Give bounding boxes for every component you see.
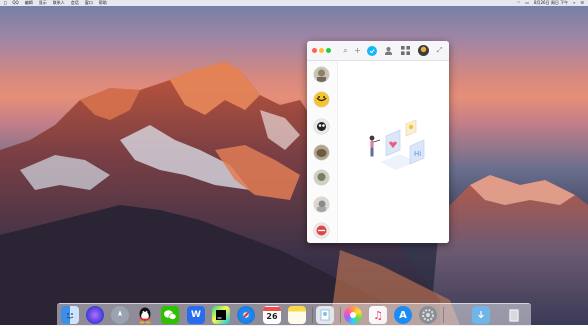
- expand-icon[interactable]: ⤢: [433, 44, 446, 57]
- battery-icon[interactable]: ▭: [525, 0, 529, 6]
- svg-text:Hi: Hi: [414, 150, 421, 158]
- conversation-list: [307, 61, 338, 243]
- list-item[interactable]: [314, 197, 329, 212]
- avatar[interactable]: [417, 44, 430, 57]
- list-item[interactable]: [314, 223, 329, 238]
- empty-chat-illustration: Hi: [369, 119, 425, 170]
- dock: W 26 ♫ A: [57, 303, 531, 326]
- menu-item-window[interactable]: 窗口: [85, 0, 93, 6]
- siri-icon[interactable]: [86, 306, 104, 324]
- list-item[interactable]: [314, 170, 329, 185]
- app-store-icon[interactable]: A: [394, 306, 412, 324]
- menu-item-view[interactable]: 显示: [39, 0, 47, 6]
- apps-grid-icon[interactable]: [399, 44, 412, 57]
- contacts-icon[interactable]: [382, 44, 395, 57]
- system-preferences-icon[interactable]: [419, 306, 437, 324]
- notes-icon[interactable]: [288, 306, 306, 324]
- safari-icon[interactable]: [237, 306, 255, 324]
- zoom-button[interactable]: [326, 48, 331, 53]
- photos-icon[interactable]: [344, 306, 362, 324]
- chat-empty-panel: Hi: [338, 61, 449, 243]
- launchpad-icon[interactable]: [111, 306, 129, 324]
- menu-item-session[interactable]: 会话: [71, 0, 79, 6]
- list-item[interactable]: [314, 92, 329, 107]
- desktop: [0, 0, 588, 325]
- apple-icon[interactable]: : [4, 0, 6, 6]
- qq-icon[interactable]: [136, 306, 154, 324]
- qq-status-icon[interactable]: [365, 44, 378, 57]
- wifi-icon[interactable]: ◠: [517, 0, 521, 6]
- dock-separator: [340, 307, 341, 323]
- menu-item-contacts[interactable]: 联系人: [53, 0, 65, 6]
- notification-icon[interactable]: ☰: [580, 0, 584, 6]
- music-icon[interactable]: ♫: [369, 306, 387, 324]
- menu-item-help[interactable]: 帮助: [99, 0, 107, 6]
- minimize-button[interactable]: [319, 48, 324, 53]
- menu-item-app[interactable]: QQ: [12, 0, 18, 6]
- pycharm-icon[interactable]: [212, 306, 230, 324]
- downloads-folder-icon[interactable]: [472, 306, 490, 324]
- list-item[interactable]: [314, 67, 329, 82]
- qq-main-window: ⌕ + ⤢ Hi: [307, 41, 449, 243]
- finder-icon[interactable]: [61, 306, 79, 324]
- dock-separator: [312, 307, 313, 323]
- calendar-day: 26: [266, 312, 278, 321]
- window-titlebar: ⌕ + ⤢: [307, 41, 449, 61]
- dock-separator: [443, 307, 444, 323]
- menu-bar:  QQ 编辑 显示 联系人 会话 窗口 帮助 ◠ ▭ 8月26日 周日 下午 …: [0, 0, 588, 6]
- spotlight-icon[interactable]: ⌕: [573, 0, 575, 6]
- list-item[interactable]: [314, 119, 329, 134]
- wechat-icon[interactable]: [161, 306, 179, 324]
- menu-clock[interactable]: 8月26日 周日 下午: [534, 0, 568, 6]
- add-icon[interactable]: +: [351, 44, 364, 57]
- calendar-icon[interactable]: 26: [263, 306, 281, 324]
- wps-icon[interactable]: W: [187, 306, 205, 324]
- list-item[interactable]: [314, 145, 329, 160]
- mountain-wallpaper: [0, 62, 588, 325]
- close-button[interactable]: [312, 48, 317, 53]
- menu-item-edit[interactable]: 编辑: [25, 0, 33, 6]
- preview-icon[interactable]: [316, 306, 334, 324]
- wps-icon-label: W: [191, 310, 201, 320]
- trash-icon[interactable]: [505, 306, 523, 324]
